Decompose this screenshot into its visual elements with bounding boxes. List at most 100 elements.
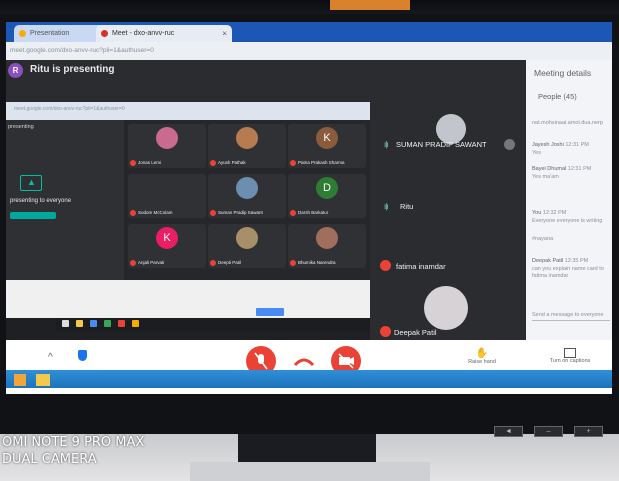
presenting-banner: Ritu is presenting xyxy=(30,64,115,75)
monitor-buttons: ◄ – + xyxy=(494,426,616,437)
photo-frame: Presentation Meet - dxo-anvv-ruc × + mee… xyxy=(0,0,619,481)
shared-edge-icon xyxy=(90,320,97,327)
chat-text: Yes ma'am xyxy=(532,173,559,180)
meet-header: R Ritu is presenting xyxy=(6,60,526,82)
phone-hangup-icon xyxy=(293,358,315,367)
shared-browser-bar: meet.google.com/dxo-anvv-ruc?pli=1&authu… xyxy=(6,102,370,120)
mic-off-icon xyxy=(210,260,216,266)
participant-tile: Deepak Patil xyxy=(372,286,526,340)
shared-participant-tile: K Anjali Parvati xyxy=(128,224,206,268)
participant-initial: K xyxy=(316,127,338,149)
participant-avatar xyxy=(316,227,338,249)
speaking-indicator-icon: ı|ı xyxy=(384,140,388,149)
participant-menu-icon[interactable] xyxy=(504,139,515,150)
camera-watermark: OMI NOTE 9 PRO MAX DUAL CAMERA xyxy=(2,434,144,468)
shared-url: meet.google.com/dxo-anvv-ruc?pli=1&authu… xyxy=(14,106,125,112)
participant-name: Suman Pradip Sawant xyxy=(218,210,263,215)
mic-off-icon xyxy=(290,260,296,266)
folder-icon[interactable] xyxy=(36,374,50,386)
shared-participant-tile: Ayush Pathak xyxy=(208,124,286,168)
shared-participant-tile: Bhumika Narendra xyxy=(288,224,366,268)
chat-time: 12:31 PM xyxy=(565,142,589,148)
participant-tile: ı|ı Ritu xyxy=(372,182,526,232)
people-tab[interactable]: People (45) xyxy=(538,92,577,101)
chat-message: Jayesh Joshi 12:31 PM Yes xyxy=(532,142,610,157)
shared-folder-icon xyxy=(76,320,83,327)
shared-start-icon xyxy=(62,320,69,327)
participant-avatar xyxy=(424,286,468,330)
chat-text: can you explain name card to fatima inam… xyxy=(532,265,604,280)
new-tab-button[interactable]: + xyxy=(222,25,228,37)
participant-name: Patna Prakash Sharma xyxy=(298,160,345,165)
shared-app-icon xyxy=(118,320,125,327)
chat-input[interactable]: Send a message to everyone xyxy=(532,312,610,321)
participant-name: fatima inamdar xyxy=(396,262,446,271)
mic-off-icon xyxy=(380,260,391,271)
tab-label: Meet - dxo-anvv-ruc xyxy=(112,30,175,37)
windows-taskbar xyxy=(6,370,612,388)
browser-tab-meet[interactable]: Meet - dxo-anvv-ruc × xyxy=(96,25,232,42)
shared-popup xyxy=(256,308,284,316)
shared-participant-tile: Suman Pradip Sawant xyxy=(208,174,286,218)
presenter-avatar: R xyxy=(8,63,23,78)
watermark-line: OMI NOTE 9 PRO MAX xyxy=(2,435,145,450)
shared-screen: meet.google.com/dxo-anvv-ruc?pli=1&authu… xyxy=(6,102,370,340)
raise-hand-label: Raise hand xyxy=(468,359,496,365)
tab-label: Presentation xyxy=(30,30,70,37)
background-object xyxy=(330,0,410,10)
chat-message: You 12:32 PM Everyone everyone is writing xyxy=(532,210,610,225)
shared-participant-tile: Deepti Patil xyxy=(208,224,286,268)
url-text[interactable]: meet.google.com/dxo-anvv-ruc?pli=1&authu… xyxy=(10,45,260,57)
hang-up-button[interactable] xyxy=(293,354,315,367)
mic-off-icon xyxy=(130,260,136,266)
chat-message: Bayei Dhumal 12:31 PM Yes ma'am xyxy=(532,166,610,181)
monitor-screen: Presentation Meet - dxo-anvv-ruc × + mee… xyxy=(6,22,612,394)
monitor-base xyxy=(190,462,430,481)
shared-participant-tile: Jonas Lemi xyxy=(128,124,206,168)
monitor-left-button[interactable]: ◄ xyxy=(494,426,523,437)
participant-avatar xyxy=(236,227,258,249)
chat-message: nat.mohsinaai.amol.dua.nerp xyxy=(532,120,610,128)
participant-name: Deepak Patil xyxy=(394,328,437,337)
chat-text: Yes xyxy=(532,149,541,156)
shared-desktop-area xyxy=(6,280,370,318)
shared-app-icon xyxy=(132,320,139,327)
mic-off-icon xyxy=(130,210,136,216)
chevron-up-icon[interactable]: ^ xyxy=(48,352,53,363)
participant-name: Jonas Lemi xyxy=(138,160,162,165)
shared-taskbar xyxy=(56,318,370,330)
participant-tile: ı|ı SUMAN PRADIP SAWANT xyxy=(372,114,526,170)
mic-off-icon xyxy=(380,326,391,337)
chat-time: 12:35 PM xyxy=(564,258,589,264)
mic-off-icon xyxy=(290,210,296,216)
shared-presenting-panel: presenting ▲ presenting to everyone xyxy=(6,120,124,280)
monitor-plus-button[interactable]: + xyxy=(574,426,603,437)
participant-avatar xyxy=(236,177,258,199)
address-bar[interactable]: meet.google.com/dxo-anvv-ruc?pli=1&authu… xyxy=(6,42,612,60)
presenting-to-everyone-text: presenting to everyone xyxy=(10,198,72,204)
participant-name: Deepti Patil xyxy=(218,260,242,265)
shared-participant-tile: K Patna Prakash Sharma xyxy=(288,124,366,168)
monitor-minus-button[interactable]: – xyxy=(534,426,563,437)
shield-icon[interactable] xyxy=(78,350,87,361)
mic-off-icon xyxy=(130,160,136,166)
chat-author: You xyxy=(532,210,542,216)
shared-presenting-label: presenting xyxy=(8,124,34,130)
taskbar-app-icon[interactable] xyxy=(14,374,26,386)
participant-avatar xyxy=(156,127,178,149)
panel-title: Meeting details xyxy=(534,68,592,78)
captions-button[interactable]: Turn on captions xyxy=(540,348,600,364)
stop-presenting-button xyxy=(10,212,56,219)
chat-author: Bayei Dhumal xyxy=(532,166,567,172)
chat-author: Deepak Patil xyxy=(532,258,564,264)
shared-chrome-icon xyxy=(104,320,111,327)
chat-time: 12:32 PM xyxy=(542,210,567,216)
participant-name: Darsh Barkatur xyxy=(298,210,329,215)
hand-icon: ✋ xyxy=(475,348,489,359)
watermark-line: DUAL CAMERA xyxy=(2,452,97,467)
raise-hand-button[interactable]: ✋ Raise hand xyxy=(460,348,504,365)
tab-favicon-icon xyxy=(19,30,26,37)
meeting-details-panel: Meeting details People (45) nat.mohsinaa… xyxy=(526,60,612,370)
chat-message: Deepak Patil 12:35 PM can you explain nam… xyxy=(532,258,610,281)
shared-participant-tile: D Darsh Barkatur xyxy=(288,174,366,218)
